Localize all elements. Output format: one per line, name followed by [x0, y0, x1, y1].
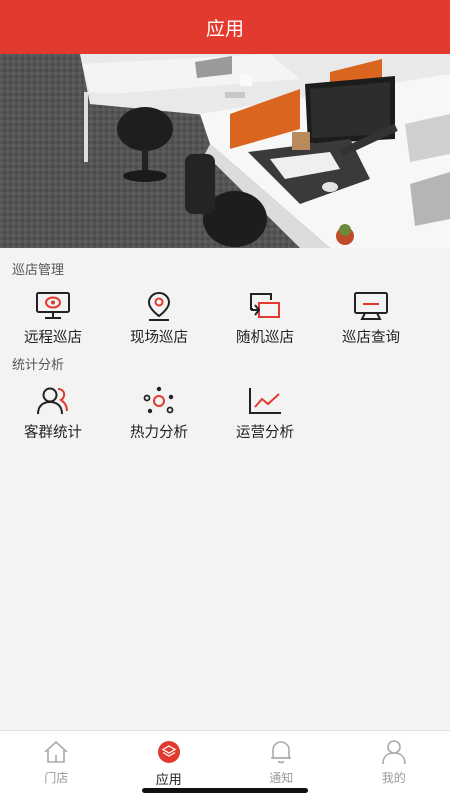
apps-layers-icon	[154, 738, 184, 766]
patrol-query-label: 巡店查询	[342, 330, 400, 346]
random-patrol-label: 随机巡店	[236, 330, 294, 346]
operation-analysis-tile[interactable]: 运营分析	[212, 385, 318, 442]
remote-patrol-label: 远程巡店	[24, 330, 82, 346]
top-bar: 应用	[0, 0, 450, 54]
tab-store-label: 门店	[44, 771, 69, 785]
page-title: 应用	[205, 17, 244, 40]
statistics-grid: 客群统计 热力分析 运营分析	[0, 385, 450, 442]
heatmap-tile[interactable]: 热力分析	[106, 385, 212, 442]
monitor-eye-icon	[33, 290, 73, 322]
onsite-patrol-tile[interactable]: 现场巡店	[106, 290, 212, 347]
customer-group-tile[interactable]: 客群统计	[0, 385, 106, 442]
customer-group-label: 客群统计	[24, 425, 82, 441]
banner-image	[0, 54, 450, 248]
home-indicator	[142, 788, 308, 793]
operation-analysis-label: 运营分析	[236, 425, 294, 441]
store-patrol-grid: 远程巡店 现场巡店 随机巡店 巡店查询	[0, 290, 450, 347]
customer-group-icon	[33, 385, 73, 417]
remote-patrol-tile[interactable]: 远程巡店	[0, 290, 106, 347]
office-illustration	[0, 54, 450, 248]
tab-profile[interactable]: 我的	[338, 731, 450, 800]
tab-notifications-label: 通知	[269, 771, 294, 785]
heatmap-label: 热力分析	[130, 425, 188, 441]
tab-apps-label: 应用	[155, 773, 182, 788]
user-icon	[379, 738, 409, 766]
heatmap-dots-icon	[139, 385, 179, 417]
monitor-query-icon	[351, 290, 391, 322]
location-pin-icon	[139, 290, 179, 322]
section-title-store-patrol: 巡店管理	[12, 263, 65, 278]
home-icon	[41, 738, 71, 766]
onsite-patrol-label: 现场巡店	[130, 330, 188, 346]
random-patrol-tile[interactable]: 随机巡店	[212, 290, 318, 347]
patrol-query-tile[interactable]: 巡店查询	[318, 290, 424, 347]
bell-icon	[266, 738, 296, 766]
section-title-statistics: 统计分析	[12, 358, 65, 373]
tab-profile-label: 我的	[381, 771, 406, 785]
line-chart-icon	[245, 385, 285, 417]
tab-store[interactable]: 门店	[0, 731, 113, 800]
shuffle-screen-icon	[245, 290, 285, 322]
